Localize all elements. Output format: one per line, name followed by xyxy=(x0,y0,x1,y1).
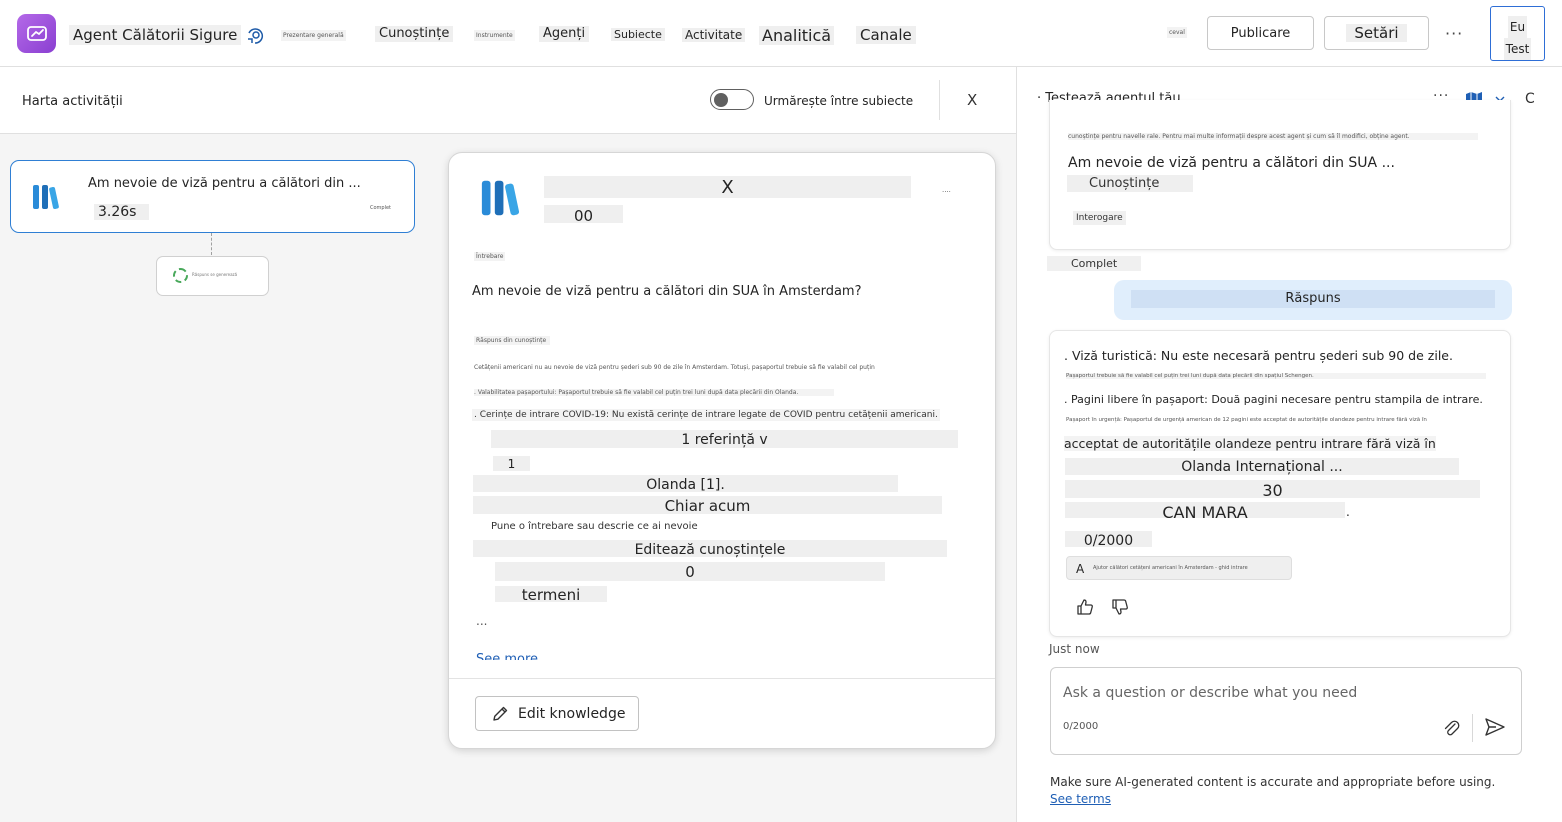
reference-letter: A xyxy=(1076,562,1085,576)
answer-line: . Pagini libere în pașaport: Două pagini… xyxy=(1064,393,1483,406)
tab-analytics[interactable]: Analitică xyxy=(759,26,835,46)
input-counter: 0/2000 xyxy=(1063,721,1099,732)
answer-line: . Valabilitatea pașaportului: Pașaportul… xyxy=(474,389,834,396)
edit-knowledge-button[interactable]: Edit knowledge xyxy=(475,696,639,731)
prompt-text: Pune o întrebare sau descrie ce ai nevoi… xyxy=(491,521,698,532)
zero-value: 0 xyxy=(495,562,885,581)
pencil-icon xyxy=(493,706,508,721)
query-chip[interactable]: Interogare xyxy=(1073,211,1126,225)
message-top-line: cunoștințe pentru navelle rale. Pentru m… xyxy=(1068,133,1478,140)
trigger-title: Am nevoie de viză pentru a călători din … xyxy=(88,176,361,191)
tab-topics[interactable]: Subiecte xyxy=(611,28,665,42)
tab-tools[interactable]: Instrumente xyxy=(474,30,515,42)
answer-line: Cetățenii americani nu au nevoie de viză… xyxy=(474,364,875,371)
reference-number: 1 xyxy=(493,456,530,471)
response-label: Răspuns xyxy=(1131,290,1495,308)
see-terms-link[interactable]: See terms xyxy=(1050,792,1111,806)
terms-text: termeni xyxy=(495,586,607,602)
more-icon[interactable]: ··· xyxy=(1445,24,1463,43)
answer-line-end: . xyxy=(1346,505,1350,519)
divider xyxy=(939,80,940,120)
card-subtitle: 00 xyxy=(544,205,623,225)
reference-source[interactable]: Olanda [1]. xyxy=(473,475,898,493)
chat-input[interactable] xyxy=(1063,681,1423,705)
knowledge-chip[interactable]: Cunoștințe xyxy=(1067,175,1193,192)
status-badge: Complet xyxy=(370,205,392,211)
agent-name[interactable]: Agent Călătorii Sigure xyxy=(69,25,242,45)
see-more-link[interactable]: See more xyxy=(476,650,538,660)
section-label: Întrebare xyxy=(474,252,506,261)
follow-topics-label: Urmărește între subiecte xyxy=(764,94,914,108)
attach-icon[interactable] xyxy=(1442,718,1460,738)
status-badge: Complet xyxy=(1047,256,1141,271)
publish-label: Publicare xyxy=(1230,25,1291,41)
answer-line: Pașaportul trebuie să fie valabil cel pu… xyxy=(1066,373,1486,379)
message-question: Am nevoie de viză pentru a călători din … xyxy=(1068,155,1395,171)
thumbs-up-icon[interactable] xyxy=(1075,597,1095,617)
answer-counter: 0/2000 xyxy=(1065,531,1152,549)
plane-icon xyxy=(26,25,47,41)
message-timestamp: Just now xyxy=(1049,642,1100,656)
tab-activity[interactable]: Activitate xyxy=(682,28,746,43)
test-label-2: Test xyxy=(1503,38,1532,60)
node-connector xyxy=(211,233,212,255)
question-text: Am nevoie de viză pentru a călători din … xyxy=(472,284,862,299)
tab-knowledge[interactable]: Cunoștințe xyxy=(375,26,454,42)
answer-line: Olanda Internațional ... xyxy=(1065,458,1459,475)
follow-topics-toggle[interactable] xyxy=(710,89,754,110)
test-label-1: Eu xyxy=(1507,16,1528,38)
send-icon[interactable] xyxy=(1484,717,1506,737)
card-title: X xyxy=(544,176,911,198)
answer-label: Răspuns din cunoștințe xyxy=(474,336,550,345)
answer-line: 30 xyxy=(1065,480,1480,500)
test-button[interactable]: Eu Test xyxy=(1490,6,1545,61)
tab-channels[interactable]: Canale xyxy=(856,26,916,44)
trigger-node[interactable] xyxy=(10,160,415,233)
thumbs-down-icon[interactable] xyxy=(1110,597,1130,617)
divider xyxy=(449,678,995,679)
references-toggle[interactable]: 1 referință v xyxy=(491,430,958,448)
covid-line: . Cerințe de intrare COVID-19: Nu există… xyxy=(472,409,940,421)
timestamp: Chiar acum xyxy=(473,496,942,515)
ai-disclaimer: Make sure AI-generated content is accura… xyxy=(1050,774,1520,808)
answer-line: acceptat de autoritățile olandeze pentru… xyxy=(1064,436,1436,451)
knowledge-icon xyxy=(481,180,520,216)
more-icon[interactable]: ···· xyxy=(942,188,951,196)
generating-label: Răspuns se generează xyxy=(192,272,238,277)
reference-text: Ajutor călători cetățeni americani în Am… xyxy=(1093,565,1248,571)
spinner-icon xyxy=(173,268,188,283)
tag-icon[interactable] xyxy=(245,24,267,46)
eval-label: ceval xyxy=(1167,27,1187,39)
publish-button[interactable]: Publicare xyxy=(1207,16,1314,50)
answer-line: . Viză turistică: Nu este necesară pentr… xyxy=(1064,348,1453,363)
trigger-time: 3.26s xyxy=(94,204,149,220)
reference-chip[interactable]: A Ajutor călători cetățeni americani în … xyxy=(1066,556,1292,580)
edit-knowledge-line: Editează cunoștințele xyxy=(473,540,947,558)
toggle-knob xyxy=(714,93,728,107)
close-icon[interactable]: X xyxy=(967,91,977,109)
app-logo[interactable] xyxy=(17,14,56,53)
knowledge-icon xyxy=(33,185,59,210)
answer-line: Pașaport în urgență: Pașaportul de urgen… xyxy=(1066,417,1427,423)
refresh-icon[interactable]: C xyxy=(1525,91,1535,107)
tab-agents[interactable]: Agenți xyxy=(539,26,590,42)
answer-line: CAN MARA xyxy=(1065,502,1345,518)
disclaimer-text: Make sure AI-generated content is accura… xyxy=(1050,775,1496,789)
settings-label: Setări xyxy=(1346,24,1407,42)
settings-button[interactable]: Setări xyxy=(1324,16,1429,50)
activity-title: Harta activității xyxy=(22,94,123,109)
tab-overview[interactable]: Prezentare generală xyxy=(281,30,346,42)
divider xyxy=(1472,714,1473,742)
ellipsis: ... xyxy=(476,614,488,628)
edit-knowledge-label: Edit knowledge xyxy=(518,705,626,722)
